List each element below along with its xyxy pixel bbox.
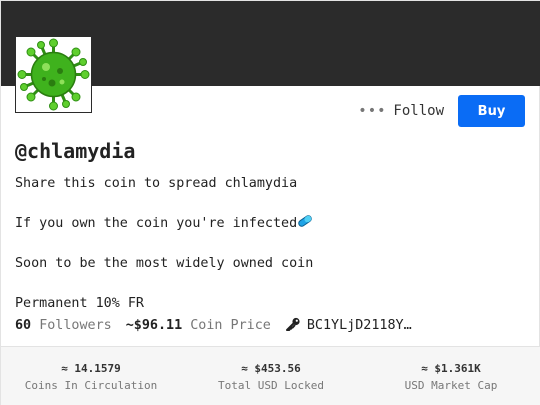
avatar[interactable] — [15, 36, 92, 113]
metric-value: ≈ $453.56 — [241, 361, 301, 375]
metric-value: ≈ 14.1579 — [61, 361, 121, 375]
description-line: Permanent 10% FR — [15, 296, 144, 311]
profile-actions: ••• Follow Buy — [357, 95, 525, 127]
public-key-stat[interactable]: BC1YLjD2118Y… — [285, 317, 412, 333]
followers-stat[interactable]: 60 Followers — [15, 318, 112, 333]
description-line: Share this coin to spread chlamydia — [15, 176, 298, 191]
metric-label: USD Market Cap — [404, 378, 498, 392]
profile-handle: @chlamydia — [15, 139, 136, 163]
followers-label: Followers — [39, 317, 112, 333]
profile-description: Share this coin to spread chlamydia If y… — [15, 174, 313, 314]
description-line-with-pill: If you own the coin you're infected — [15, 214, 313, 234]
description-line: Soon to be the most widely owned coin — [15, 256, 314, 271]
description-line: If you own the coin you're infected — [15, 216, 298, 231]
follow-button[interactable]: Follow — [393, 103, 444, 119]
more-options-button[interactable]: ••• — [357, 95, 387, 127]
profile-stats: 60 Followers ~$96.11 Coin Price BC1YLjD2… — [15, 317, 426, 334]
metric-market-cap: ≈ $1.361K USD Market Cap — [361, 347, 540, 405]
creator-card: ••• Follow Buy @chlamydia Share this coi… — [0, 0, 540, 405]
metric-label: Coins In Circulation — [24, 378, 158, 392]
coin-price-stat: ~$96.11 Coin Price — [126, 318, 271, 333]
coin-price-value: ~$96.11 — [125, 317, 183, 333]
virus-icon — [17, 38, 90, 111]
coin-price-label: Coin Price — [190, 317, 271, 333]
public-key-text: BC1YLjD2118Y… — [306, 318, 412, 333]
coin-metrics: ≈ 14.1579 Coins In Circulation ≈ $453.56… — [1, 346, 540, 405]
metric-circulation: ≈ 14.1579 Coins In Circulation — [1, 347, 181, 405]
metric-value: ≈ $1.361K — [421, 361, 481, 375]
followers-count: 60 — [15, 317, 32, 333]
metric-label: Total USD Locked — [218, 378, 324, 392]
pill-icon — [298, 215, 312, 227]
buy-button[interactable]: Buy — [458, 95, 525, 127]
key-icon — [285, 317, 300, 331]
metric-usd-locked: ≈ $453.56 Total USD Locked — [181, 347, 361, 405]
